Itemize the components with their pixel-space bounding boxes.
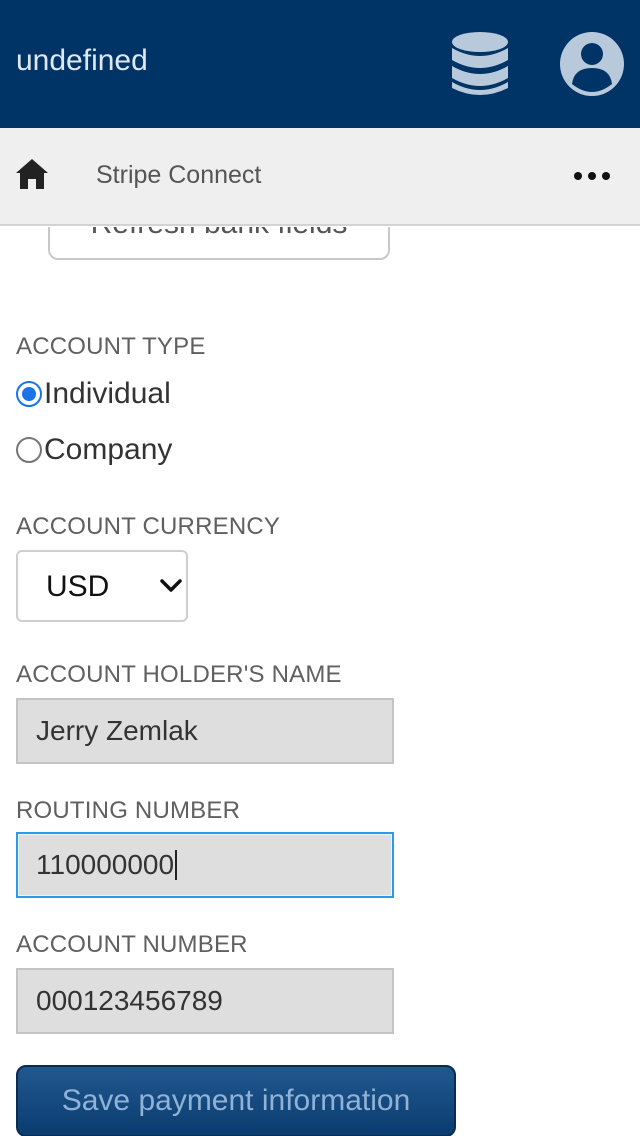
currency-selected-value: USD [46,570,110,603]
radio-button-unchecked[interactable] [16,437,42,463]
account-number-input[interactable]: 000123456789 [16,968,394,1034]
radio-label-individual: Individual [44,377,171,410]
currency-select[interactable]: USD [16,550,188,622]
text-caret [175,849,178,880]
radio-button-checked[interactable] [16,381,42,407]
payment-form: Refresh bank fields ACCOUNT TYPE Individ… [0,227,640,1136]
account-number-value: 000123456789 [36,985,223,1016]
save-payment-information-button[interactable]: Save payment information [16,1065,456,1136]
account-holder-name-input[interactable]: Jerry Zemlak [16,698,394,764]
routing-number-label: ROUTING NUMBER [16,797,241,824]
refresh-bank-fields-button[interactable]: Refresh bank fields [48,227,390,260]
chevron-down-icon [160,579,182,592]
app-header: undefined [0,0,640,128]
account-number-label: ACCOUNT NUMBER [16,931,248,958]
radio-company[interactable]: Company [16,430,172,470]
radio-label-company: Company [44,433,173,466]
database-icon[interactable] [448,30,512,98]
account-holder-name-value: Jerry Zemlak [36,715,198,746]
account-type-label: ACCOUNT TYPE [16,333,206,360]
more-horizontal-icon[interactable] [572,166,612,186]
account-currency-label: ACCOUNT CURRENCY [16,513,281,540]
user-circle-icon[interactable] [558,30,626,98]
radio-individual[interactable]: Individual [16,374,171,414]
routing-number-value-wrap: 110000000 [36,848,178,882]
routing-number-input[interactable]: 110000000 [16,832,394,898]
section-title: Stripe Connect [96,161,262,189]
sub-header: Stripe Connect [0,128,640,226]
home-icon[interactable] [14,156,50,192]
account-holder-name-label: ACCOUNT HOLDER'S NAME [16,661,342,688]
app-title: undefined [16,44,148,77]
routing-number-value: 110000000 [36,849,175,880]
